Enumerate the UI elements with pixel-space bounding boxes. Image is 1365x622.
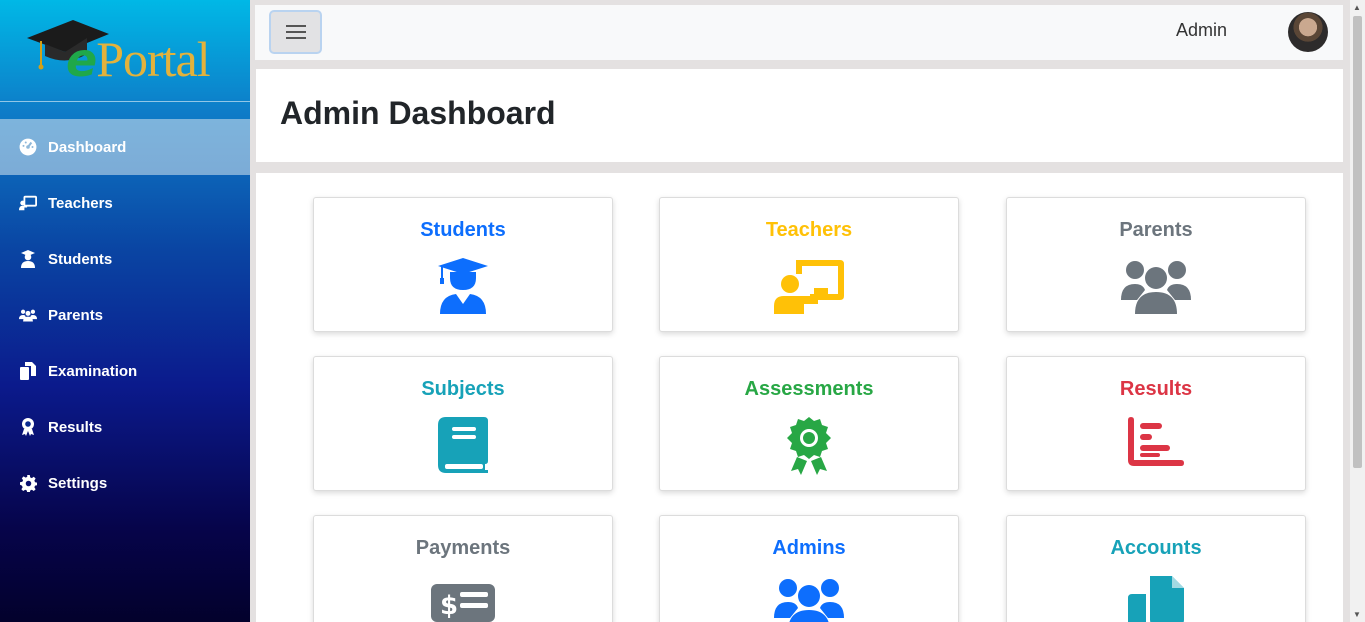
menu-toggle-button[interactable] [269, 10, 322, 54]
book-icon [438, 417, 488, 473]
sidebar-item-label: Settings [48, 474, 108, 492]
brand-logo[interactable]: ePortal [0, 0, 250, 102]
scrollbar-thumb[interactable] [1353, 16, 1362, 468]
sidebar-item-label: Examination [48, 362, 138, 380]
card-label: Students [420, 219, 506, 241]
user-graduate-icon [19, 250, 37, 268]
chalkboard-teacher-icon [774, 260, 844, 314]
card-label: Results [1119, 378, 1193, 400]
sidebar-item-label: Students [48, 250, 113, 268]
money-check-icon: $ [431, 584, 495, 622]
card-results[interactable]: Results [1006, 356, 1306, 491]
card-students[interactable]: Students [313, 197, 613, 332]
card-label: Admins [772, 537, 846, 559]
card-label: Subjects [421, 378, 505, 400]
card-parents[interactable]: Parents [1006, 197, 1306, 332]
sidebar-item-label: Parents [48, 306, 104, 324]
logo-letter: e [66, 33, 97, 87]
card-admins[interactable]: Admins [659, 515, 959, 622]
top-navbar: Admin [255, 5, 1343, 60]
sidebar-item-label: Teachers [48, 194, 113, 212]
sidebar-item-results[interactable]: Results [0, 399, 250, 455]
card-label: Parents [1119, 219, 1193, 241]
card-assessments[interactable]: Assessments [659, 356, 959, 491]
card-teachers[interactable]: Teachers [659, 197, 959, 332]
tachometer-icon [19, 138, 37, 156]
card-payments[interactable]: Payments $ [313, 515, 613, 622]
sidebar-item-settings[interactable]: Settings [0, 455, 250, 511]
sidebar: ePortal Dashboard Teachers Students Pare… [0, 0, 250, 622]
logo-word: Portal [96, 31, 210, 87]
dashboard-grid: Students Teachers Parents Subjects Asses… [256, 173, 1343, 622]
card-label: Accounts [1110, 537, 1202, 559]
copy-icon [19, 362, 37, 380]
logo-text: ePortal [66, 30, 211, 88]
sidebar-item-label: Dashboard [48, 138, 127, 156]
card-label: Payments [415, 537, 511, 559]
chalkboard-teacher-icon [19, 194, 37, 212]
sidebar-item-parents[interactable]: Parents [0, 287, 250, 343]
sidebar-item-examination[interactable]: Examination [0, 343, 250, 399]
award-icon [19, 418, 37, 436]
sidebar-nav: Dashboard Teachers Students Parents Exam… [0, 119, 250, 511]
svg-text:$: $ [440, 591, 458, 621]
card-label: Assessments [744, 378, 874, 400]
gear-icon [19, 474, 37, 492]
page-header: Admin Dashboard [256, 69, 1343, 162]
award-icon [787, 417, 831, 475]
user-graduate-icon [438, 258, 488, 314]
scroll-up-arrow-icon[interactable]: ▲ [1353, 3, 1361, 12]
sidebar-item-teachers[interactable]: Teachers [0, 175, 250, 231]
card-accounts[interactable]: Accounts [1006, 515, 1306, 622]
sidebar-item-students[interactable]: Students [0, 231, 250, 287]
card-subjects[interactable]: Subjects [313, 356, 613, 491]
page-title: Admin Dashboard [280, 95, 556, 131]
hamburger-icon [285, 23, 306, 41]
users-icon [1121, 261, 1191, 314]
users-icon [774, 579, 844, 622]
sidebar-item-dashboard[interactable]: Dashboard [0, 119, 250, 175]
scroll-down-arrow-icon[interactable]: ▼ [1353, 610, 1361, 619]
page-scrollbar[interactable]: ▲ ▼ [1350, 0, 1365, 622]
card-label: Teachers [765, 219, 853, 241]
sidebar-item-label: Results [48, 418, 103, 436]
user-name[interactable]: Admin [1176, 20, 1227, 41]
avatar[interactable] [1288, 12, 1328, 52]
users-icon [19, 306, 37, 324]
copy-icon [1128, 576, 1184, 622]
chart-bar-icon [1128, 417, 1184, 466]
